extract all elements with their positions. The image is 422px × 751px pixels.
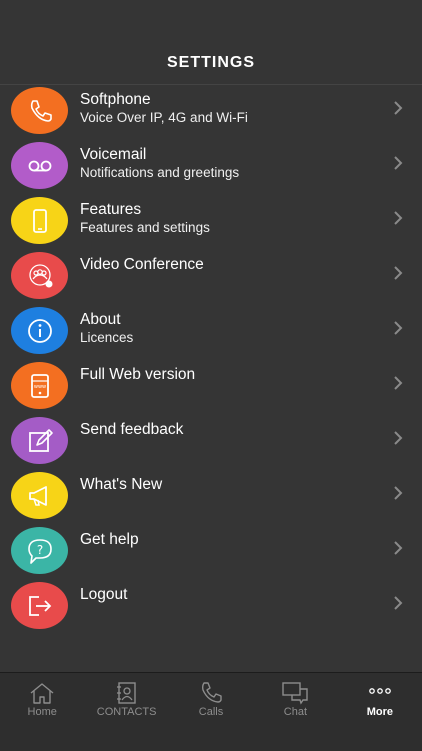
chevron-right-icon: [392, 266, 404, 280]
item-label: Video Conference: [80, 256, 204, 273]
web-icon: www: [11, 362, 68, 409]
mobile-device-icon: [11, 197, 68, 244]
svg-text:www: www: [33, 384, 45, 390]
settings-item-about[interactable]: About Licences: [0, 304, 422, 359]
settings-item-whats-new[interactable]: What's New: [0, 469, 422, 524]
contacts-icon: [112, 681, 142, 705]
tab-chat[interactable]: Chat: [253, 673, 337, 751]
voicemail-icon: [11, 142, 68, 189]
tab-label: Chat: [283, 706, 308, 718]
item-subtitle: Features and settings: [80, 220, 210, 235]
chevron-right-icon: [392, 596, 404, 610]
settings-item-full-web-version[interactable]: www Full Web version: [0, 359, 422, 414]
logout-icon: [11, 582, 68, 629]
chevron-right-icon: [392, 541, 404, 555]
tab-bar: Home CONTACTS Calls Chat More: [0, 672, 422, 751]
page-title: SETTINGS: [166, 54, 255, 71]
tab-calls[interactable]: Calls: [169, 673, 253, 751]
settings-item-voicemail[interactable]: Voicemail Notifications and greetings: [0, 139, 422, 194]
chevron-right-icon: [392, 211, 404, 225]
tab-contacts[interactable]: CONTACTS: [84, 673, 168, 751]
settings-list: Softphone Voice Over IP, 4G and Wi-Fi Vo…: [0, 84, 422, 634]
settings-item-logout[interactable]: Logout: [0, 579, 422, 634]
item-label: Full Web version: [80, 366, 196, 383]
help-icon: ?: [11, 527, 68, 574]
tab-label: Calls: [198, 706, 224, 718]
item-label: Get help: [80, 531, 139, 548]
phone-icon: [11, 87, 68, 134]
item-label: Logout: [80, 586, 128, 603]
settings-item-video-conference[interactable]: Video Conference: [0, 249, 422, 304]
chevron-right-icon: [392, 156, 404, 170]
item-label: Send feedback: [80, 421, 184, 438]
settings-item-features[interactable]: Features Features and settings: [0, 194, 422, 249]
megaphone-icon: [11, 472, 68, 519]
tab-label: More: [366, 706, 393, 718]
svg-text:?: ?: [36, 543, 42, 557]
settings-item-softphone[interactable]: Softphone Voice Over IP, 4G and Wi-Fi: [0, 84, 422, 139]
chat-icon: [280, 681, 310, 705]
info-icon: [11, 307, 68, 354]
item-label: Features: [80, 201, 142, 218]
item-subtitle: Licences: [80, 330, 134, 345]
header: SETTINGS: [0, 0, 422, 85]
chevron-right-icon: [392, 101, 404, 115]
tab-home[interactable]: Home: [0, 673, 84, 751]
item-label: About: [80, 311, 121, 328]
chevron-right-icon: [392, 321, 404, 335]
home-icon: [27, 681, 57, 705]
edit-icon: [11, 417, 68, 464]
item-label: Softphone: [80, 91, 151, 108]
settings-item-get-help[interactable]: ? Get help: [0, 524, 422, 579]
phone-icon: [196, 681, 226, 705]
item-subtitle: Voice Over IP, 4G and Wi-Fi: [80, 110, 248, 125]
chevron-right-icon: [392, 486, 404, 500]
chevron-right-icon: [392, 376, 404, 390]
tab-label: Home: [27, 706, 57, 718]
item-label: What's New: [80, 476, 163, 493]
item-label: Voicemail: [80, 146, 147, 163]
item-subtitle: Notifications and greetings: [80, 165, 240, 180]
tab-more[interactable]: More: [338, 673, 422, 751]
settings-item-send-feedback[interactable]: Send feedback: [0, 414, 422, 469]
tab-label: CONTACTS: [96, 706, 157, 718]
chevron-right-icon: [392, 431, 404, 445]
more-icon: [365, 681, 395, 705]
video-conference-icon: [11, 252, 68, 299]
